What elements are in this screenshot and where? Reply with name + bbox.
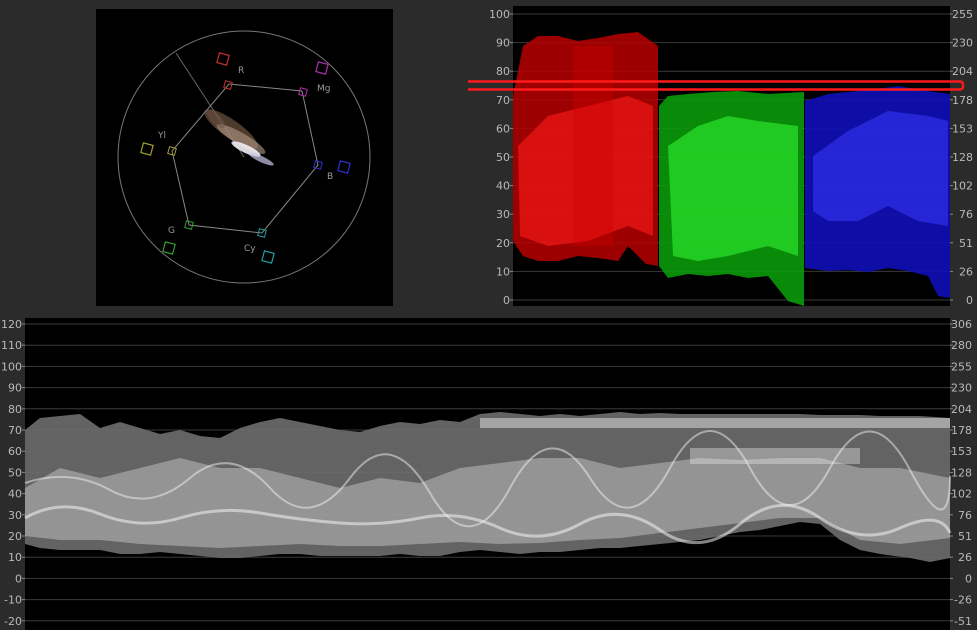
left-tick-label: 100 xyxy=(1,360,22,373)
left-tick-label: 70 xyxy=(496,94,510,107)
left-tick-label: 90 xyxy=(8,382,22,395)
left-tick-label: 40 xyxy=(8,488,22,501)
left-tick-label: 60 xyxy=(496,122,510,135)
left-tick-label: 80 xyxy=(496,65,510,78)
vectorscope-target-yl: Yl xyxy=(140,131,177,156)
left-tick-label: 0 xyxy=(503,294,510,306)
left-tick-label: 90 xyxy=(496,37,510,50)
waveform-right-axis: 306 280 255 230 204 178 153 128 102 76 51 26 0 -26 -51 xyxy=(950,318,972,628)
right-tick-label: 102 xyxy=(952,180,973,193)
right-tick-label: 76 xyxy=(958,509,972,522)
right-tick-label: -26 xyxy=(954,594,972,607)
rgb-parade-panel: 100 90 80 70 60 50 40 30 20 10 0 255 230 204 178 153 12… xyxy=(468,6,977,306)
left-tick-label: 40 xyxy=(496,180,510,193)
vectorscope-graph: R Mg B Cy G Yl xyxy=(117,30,371,284)
target-label: Yl xyxy=(157,131,166,141)
left-tick-label: 10 xyxy=(8,551,22,564)
vectorscope-target-g: G xyxy=(162,220,194,255)
right-tick-label: 128 xyxy=(951,466,972,479)
left-tick-label: 10 xyxy=(496,265,510,278)
left-tick-label: 110 xyxy=(1,339,22,352)
right-tick-label: 306 xyxy=(951,318,972,331)
right-tick-label: 26 xyxy=(958,551,972,564)
right-tick-label: -51 xyxy=(954,615,972,628)
color-trace xyxy=(204,109,274,166)
right-tick-label: 178 xyxy=(951,424,972,437)
waveform-left-axis: 1201101009080706050403020100-10-20 xyxy=(1,318,25,628)
target-box xyxy=(216,52,230,66)
right-tick-label: 153 xyxy=(952,122,973,135)
target-label: Cy xyxy=(244,244,256,254)
left-tick-label: 120 xyxy=(1,318,22,331)
right-tick-label: 102 xyxy=(951,488,972,501)
green-channel-trace xyxy=(659,91,804,306)
right-tick-label: 255 xyxy=(952,8,973,21)
vectorscope-target-cy: Cy xyxy=(244,228,275,264)
right-tick-label: 230 xyxy=(951,382,972,395)
left-tick-label: -10 xyxy=(4,594,22,607)
right-tick-label: 153 xyxy=(951,445,972,458)
right-tick-label: 0 xyxy=(965,572,972,585)
left-tick-label: 30 xyxy=(8,509,22,522)
saturation-hexagon xyxy=(171,83,319,234)
left-tick-label: 80 xyxy=(8,403,22,416)
right-tick-label: 280 xyxy=(951,339,972,352)
right-tick-label: 255 xyxy=(951,360,972,373)
target-box xyxy=(261,250,275,264)
left-tick-label: 100 xyxy=(489,8,510,21)
left-tick-label: -20 xyxy=(4,615,22,628)
target-label: R xyxy=(238,66,244,76)
target-box xyxy=(140,142,154,156)
right-tick-label: 128 xyxy=(952,151,973,164)
target-label: Mg xyxy=(317,84,330,94)
right-tick-label: 0 xyxy=(966,294,973,306)
rgb-parade-graph: 1009080706050403020100 25523020417815312… xyxy=(468,6,973,306)
right-tick-label: 204 xyxy=(951,403,972,416)
target-label: B xyxy=(327,172,333,182)
right-tick-label: 204 xyxy=(952,65,973,78)
right-tick-label: 51 xyxy=(958,530,972,543)
red-channel-trace xyxy=(513,32,658,266)
blue-channel-trace xyxy=(805,86,950,298)
right-tick-label: 178 xyxy=(952,94,973,107)
vectorscope-target-b: B xyxy=(313,160,351,182)
left-tick-label: 70 xyxy=(8,424,22,437)
luma-waveform-panel: 120 110 100 90 80 70 60 50 40 30 20 10 0 -10 -20 306 28… xyxy=(0,318,977,630)
right-tick-label: 76 xyxy=(959,208,973,221)
vectorscope-panel: R Mg B Cy G Yl xyxy=(96,9,393,306)
target-box xyxy=(315,61,329,75)
parade-left-axis: 1009080706050403020100 xyxy=(489,8,513,306)
target-box xyxy=(162,241,176,255)
target-label: G xyxy=(168,226,175,236)
parade-right-axis: 255 230 204 178 153 128 102 76 51 26 0 xyxy=(950,8,973,306)
luma-waveform-graph: 1201101009080706050403020100-10-20 30628… xyxy=(1,318,972,630)
right-tick-label: 26 xyxy=(959,265,973,278)
left-tick-label: 20 xyxy=(8,530,22,543)
left-tick-label: 30 xyxy=(496,208,510,221)
right-tick-label: 51 xyxy=(959,237,973,250)
left-tick-label: 0 xyxy=(15,572,22,585)
left-tick-label: 50 xyxy=(8,466,22,479)
vectorscope-target-mg: Mg xyxy=(298,61,330,97)
left-tick-label: 20 xyxy=(496,237,510,250)
left-tick-label: 50 xyxy=(496,151,510,164)
left-tick-label: 60 xyxy=(8,445,22,458)
target-box xyxy=(337,160,351,174)
right-tick-label: 230 xyxy=(952,37,973,50)
